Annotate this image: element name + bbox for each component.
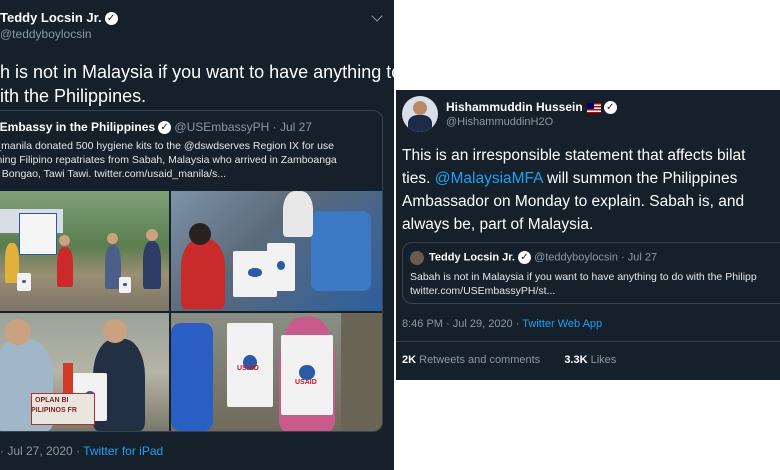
tweet-source-link[interactable]: Twitter for iPad: [83, 444, 163, 458]
tarp-text-line1: OPLAN BI: [35, 397, 69, 404]
quoted-tweet[interactable]: Teddy Locsin Jr. ✓ @teddyboylocsin · Jul …: [402, 242, 780, 304]
photo-handover[interactable]: [171, 191, 382, 311]
tweet-source-link[interactable]: Twitter Web App: [522, 318, 602, 330]
verified-badge-icon: ✓: [518, 251, 531, 264]
quoted-text-line3: d Bongao, Tawi Tawi. twitter.com/usaid_m…: [0, 168, 227, 180]
tweet-timestamp[interactable]: 8:46 PM · Jul 29, 2020 ·: [402, 318, 519, 330]
malaysia-flag-icon: [586, 102, 601, 113]
verified-badge-icon: ✓: [603, 101, 617, 115]
likes-stat[interactable]: 3.3K Likes: [564, 354, 616, 366]
likes-label: Likes: [590, 354, 617, 366]
tweet-author-row[interactable]: Teddy Locsin Jr. ✓: [0, 10, 118, 26]
author-name[interactable]: Hishammuddin Hussein: [446, 100, 583, 114]
photo-indoor-handover[interactable]: OPLAN BI PILIPINOS FR: [0, 313, 169, 431]
author-name[interactable]: Teddy Locsin Jr.: [0, 10, 102, 25]
photo-outdoor-crowd[interactable]: [0, 191, 169, 311]
bag-logo-text: USAID: [237, 365, 259, 372]
quoted-author-name[interactable]: Teddy Locsin Jr.: [429, 251, 515, 263]
quoted-author-avatar[interactable]: [410, 251, 424, 265]
mention-link[interactable]: @MalaysiaMFA: [435, 170, 543, 187]
author-handle[interactable]: @HishammuddinH2O: [446, 116, 553, 128]
quoted-handle[interactable]: @teddyboylocsin: [534, 251, 618, 263]
quoted-text-line2: twitter.com/USEmbassyPH/st...: [410, 285, 556, 297]
quoted-date[interactable]: · Jul 27: [273, 120, 312, 134]
left-tweet-card: Teddy Locsin Jr. ✓ @teddyboylocsin h is n…: [0, 0, 394, 470]
tweet-text-line1: This is an irresponsible statement that …: [402, 147, 746, 164]
tweet-text-line1: h is not in Malaysia if you want to have…: [0, 62, 394, 82]
bag-logo-text: USAID: [295, 379, 317, 386]
retweets-count: 2K: [402, 354, 417, 366]
quoted-text-line2: rning Filipino repatriates from Sabah, M…: [0, 154, 337, 166]
likes-count: 3.3K: [564, 354, 588, 366]
tweet-date[interactable]: · Jul 27, 2020 ·: [0, 444, 80, 458]
quoted-text-line1: l_manila donated 500 hygiene kits to the…: [0, 140, 335, 152]
tweet-text-line2: ties. @MalaysiaMFA will summon the Phili…: [402, 170, 738, 187]
quoted-date[interactable]: · Jul 27: [621, 251, 657, 263]
verified-badge-icon: ✓: [104, 12, 118, 26]
verified-badge-icon: ✓: [158, 121, 172, 135]
divider: [396, 341, 780, 342]
tweet-text-line3: Ambassador on Monday to explain. Sabah i…: [402, 193, 745, 210]
tarp-text-line2: PILIPINOS FR: [31, 407, 77, 414]
quoted-tweet[interactable]: . Embassy in the Philippines ✓ @USEmbassy…: [0, 110, 383, 432]
tweet-text-line2: ith the Philippines.: [0, 86, 147, 106]
tweet-text-line4: always be, part of Malaysia.: [402, 216, 594, 233]
right-tweet-card: Hishammuddin Hussein ✓ @HishammuddinH2O T…: [396, 90, 780, 380]
retweets-label: Retweets and comments: [419, 354, 541, 366]
author-handle[interactable]: @teddyboylocsin: [0, 27, 92, 41]
quoted-handle[interactable]: @USEmbassyPH: [174, 120, 269, 134]
quoted-author-name[interactable]: . Embassy in the Philippines: [0, 120, 155, 134]
author-avatar[interactable]: [402, 96, 438, 132]
photo-bags[interactable]: USAID USAID: [171, 313, 382, 431]
chevron-down-icon[interactable]: [371, 10, 383, 22]
retweets-stat[interactable]: 2K Retweets and comments: [402, 354, 540, 366]
quoted-text-line1: Sabah is not in Malaysia if you want to …: [410, 271, 757, 283]
tweet-author-row[interactable]: Hishammuddin Hussein ✓: [446, 100, 617, 115]
